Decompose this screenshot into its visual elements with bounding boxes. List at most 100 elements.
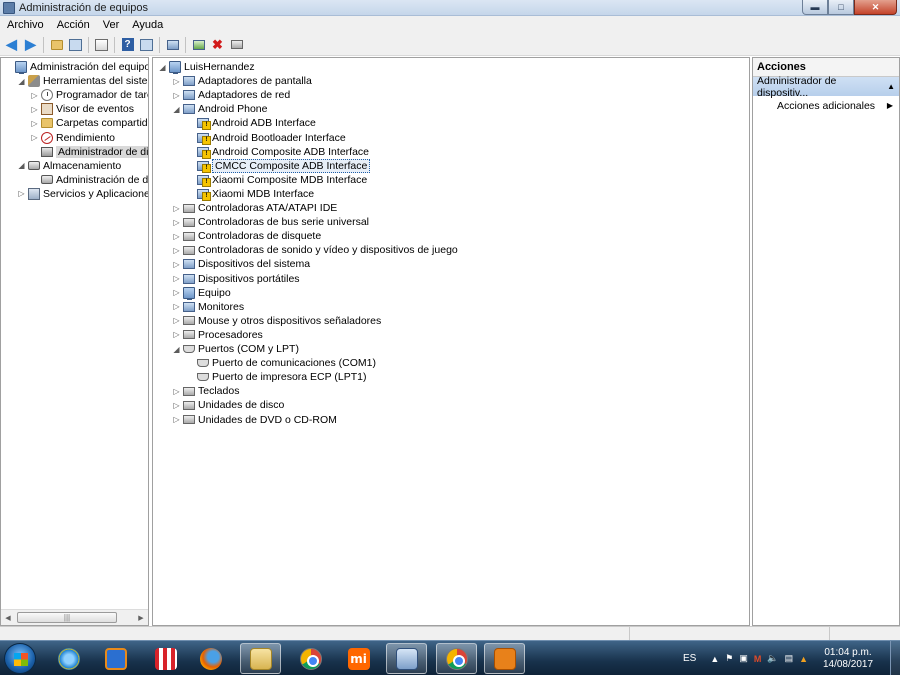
tree-node[interactable]: ◢ Herramientas del sistema xyxy=(17,74,148,88)
tree-node[interactable]: ▷ Procesadores xyxy=(172,328,262,342)
expand-arrow-icon[interactable]: ▷ xyxy=(30,119,39,128)
tree-node[interactable]: ◢ LuisHernandez xyxy=(158,60,255,74)
taskbar-app-button[interactable] xyxy=(484,643,525,674)
forward-arrow-icon[interactable]: ▶ xyxy=(22,36,39,53)
volume-icon[interactable]: 🔈 xyxy=(767,653,778,664)
expand-arrow-icon[interactable]: ▷ xyxy=(30,91,39,100)
disable-device-icon[interactable] xyxy=(228,36,245,53)
expand-arrow-icon[interactable]: ▷ xyxy=(172,274,181,283)
tree-node[interactable]: CMCC Composite ADB Interface xyxy=(186,158,371,173)
tree-node[interactable]: ◢ Android Phone xyxy=(172,102,267,116)
tree-node[interactable]: ▷ Adaptadores de pantalla xyxy=(172,74,311,88)
expand-arrow-icon[interactable]: ▷ xyxy=(172,288,181,297)
scroll-right-icon[interactable]: ▶ xyxy=(134,614,148,622)
expand-arrow-icon[interactable]: ▷ xyxy=(172,260,181,269)
taskbar-app-button[interactable] xyxy=(240,643,281,674)
show-hidden-icons-icon[interactable]: ▲ xyxy=(710,654,719,664)
expand-arrow-icon[interactable]: ▷ xyxy=(172,91,181,100)
tree-node[interactable]: Administración del equipo (loc xyxy=(4,60,148,74)
menu-ver[interactable]: Ver xyxy=(96,19,126,31)
show-desktop-button[interactable] xyxy=(890,641,900,675)
expand-arrow-icon[interactable]: ▷ xyxy=(30,133,39,142)
taskbar-app-button[interactable] xyxy=(386,643,427,674)
language-indicator[interactable]: ES xyxy=(683,653,696,664)
tree-node[interactable]: Puerto de comunicaciones (COM1) xyxy=(186,356,376,370)
more-actions-item[interactable]: Acciones adicionales ▶ xyxy=(753,96,899,115)
collapse-arrow-icon[interactable]: ◢ xyxy=(158,63,167,72)
expand-arrow-icon[interactable]: ▷ xyxy=(172,330,181,339)
clock[interactable]: 01:04 p.m. 14/08/2017 xyxy=(814,647,882,671)
menu-accion[interactable]: Acción xyxy=(50,19,96,31)
expand-arrow-icon[interactable]: ▷ xyxy=(172,232,181,241)
tree-node[interactable]: Administración de disco xyxy=(30,173,148,187)
tree-node[interactable]: Xiaomi Composite MDB Interface xyxy=(186,173,367,187)
collapse-arrow-icon[interactable]: ◢ xyxy=(17,77,26,86)
scrollbar-thumb[interactable]: ||| xyxy=(17,612,117,623)
tree-node[interactable]: ▷ Controladoras ATA/ATAPI IDE xyxy=(172,201,337,215)
tree-node[interactable]: ▷ Controladoras de disquete xyxy=(172,229,321,243)
tree-node[interactable]: Android ADB Interface xyxy=(186,116,316,131)
title-bar[interactable]: Administración de equipos ▬ □ ✕ xyxy=(0,0,900,16)
tree-node[interactable]: ▷ Controladoras de bus serie universal xyxy=(172,215,369,229)
tree-node[interactable]: ▷ Rendimiento xyxy=(30,131,115,145)
expand-arrow-icon[interactable]: ▷ xyxy=(17,189,26,198)
tree-node[interactable]: ▷ Programador de tareas xyxy=(30,88,148,102)
up-folder-icon[interactable] xyxy=(48,36,65,53)
tree-node[interactable]: Administrador de dispo xyxy=(30,145,148,159)
expand-arrow-icon[interactable]: ▷ xyxy=(172,246,181,255)
tree-node[interactable]: Android Composite ADB Interface xyxy=(186,145,369,159)
help-icon[interactable]: ? xyxy=(119,36,136,53)
show-action-pane-icon[interactable] xyxy=(138,36,155,53)
tree-node[interactable]: ▷ Unidades de DVD o CD-ROM xyxy=(172,413,336,427)
tree-node[interactable]: ▷ Carpetas compartidas xyxy=(30,116,148,130)
export-list-icon[interactable] xyxy=(93,36,110,53)
update-driver-icon[interactable] xyxy=(190,36,207,53)
collapse-arrow-icon[interactable]: ◢ xyxy=(17,161,26,170)
expand-arrow-icon[interactable]: ▷ xyxy=(172,218,181,227)
horizontal-scrollbar[interactable]: ◀ ||| ▶ xyxy=(1,609,148,625)
tree-node[interactable]: ▷ Teclados xyxy=(172,384,239,398)
taskbar-app-button[interactable] xyxy=(190,643,231,674)
taskbar-app-button[interactable] xyxy=(95,643,136,674)
actions-section-device-manager[interactable]: Administrador de dispositiv... ▲ xyxy=(753,75,899,99)
taskbar-app-button[interactable] xyxy=(145,643,186,674)
network-device-icon[interactable]: ▣ xyxy=(739,653,748,664)
collapse-arrow-icon[interactable]: ◢ xyxy=(172,345,181,354)
tree-node[interactable]: ▷ Unidades de disco xyxy=(172,398,284,412)
close-button[interactable]: ✕ xyxy=(854,0,897,15)
tree-node[interactable]: Android Bootloader Interface xyxy=(186,131,346,145)
action-center-flag-icon[interactable]: ⚑ xyxy=(725,653,733,664)
tree-node[interactable]: Puerto de impresora ECP (LPT1) xyxy=(186,370,366,384)
start-button[interactable] xyxy=(4,643,36,674)
expand-arrow-icon[interactable]: ▷ xyxy=(172,401,181,410)
collapse-triangle-icon[interactable]: ▲ xyxy=(887,82,895,91)
tree-node[interactable]: ▷ Adaptadores de red xyxy=(172,88,290,102)
menu-archivo[interactable]: Archivo xyxy=(0,19,50,31)
expand-arrow-icon[interactable]: ▷ xyxy=(172,316,181,325)
tree-node[interactable]: Xiaomi MDB Interface xyxy=(186,187,314,201)
menu-ayuda[interactable]: Ayuda xyxy=(125,19,169,31)
expand-arrow-icon[interactable]: ▷ xyxy=(172,204,181,213)
maximize-button[interactable]: □ xyxy=(828,0,854,15)
expand-arrow-icon[interactable]: ▷ xyxy=(172,387,181,396)
taskbar-app-button[interactable] xyxy=(436,643,477,674)
taskbar-app-button[interactable] xyxy=(48,643,89,674)
expand-arrow-icon[interactable]: ▷ xyxy=(172,77,181,86)
updates-icon[interactable]: ▲ xyxy=(799,654,808,664)
tree-node[interactable]: ▷ Dispositivos del sistema xyxy=(172,257,310,271)
uninstall-device-icon[interactable]: ✖ xyxy=(209,36,226,53)
scroll-left-icon[interactable]: ◀ xyxy=(1,614,15,622)
tree-node[interactable]: ◢ Puertos (COM y LPT) xyxy=(172,342,299,356)
taskbar-app-button[interactable] xyxy=(290,643,331,674)
expand-arrow-icon[interactable]: ▷ xyxy=(172,302,181,311)
tree-node[interactable]: ▷ Mouse y otros dispositivos señaladores xyxy=(172,314,381,328)
tree-node[interactable]: ◢ Almacenamiento xyxy=(17,159,121,173)
tree-node[interactable]: ▷ Controladoras de sonido y vídeo y dispo… xyxy=(172,243,457,257)
minimize-button[interactable]: ▬ xyxy=(802,0,828,15)
tree-node[interactable]: ▷ Visor de eventos xyxy=(30,102,134,116)
expand-arrow-icon[interactable]: ▷ xyxy=(30,105,39,114)
tree-node[interactable]: ▷ Equipo xyxy=(172,286,231,300)
tree-node[interactable]: ▷ Servicios y Aplicaciones xyxy=(17,187,148,201)
network-icon[interactable]: ▤ xyxy=(785,653,794,664)
antivirus-icon[interactable]: M xyxy=(754,654,762,664)
